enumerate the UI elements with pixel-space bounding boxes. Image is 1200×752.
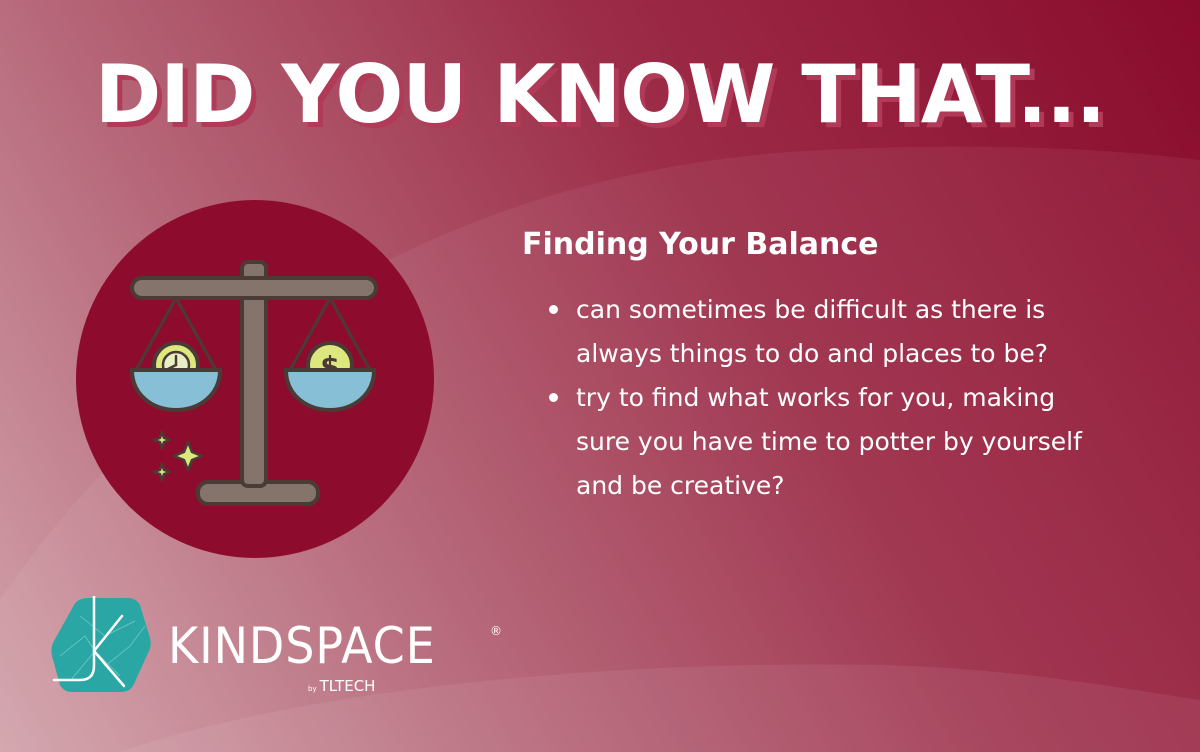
bullet-list: can sometimes be difficult as there is a… (522, 288, 1162, 508)
headline: DID YOU KNOW THAT... (94, 48, 1106, 141)
logo-by-label: by (308, 685, 317, 693)
registered-mark: ® (490, 624, 502, 638)
kindspace-wordmark: KINDSPACE (168, 617, 436, 675)
balance-scale-icon: $ (76, 200, 434, 558)
kindspace-logo: KINDSPACE ® by TLTECH (50, 596, 510, 696)
logo-maker: TLTECH (319, 677, 376, 695)
info-panel: Finding Your Balance can sometimes be di… (522, 224, 1162, 508)
balance-illustration: $ (76, 200, 434, 558)
section-heading: Finding Your Balance (522, 227, 879, 262)
kindspace-logo-mark-icon (51, 596, 151, 692)
bullet-item: try to find what works for you, making s… (549, 376, 1096, 508)
poster-canvas: DID YOU KNOW THAT... $ Finding Your Bala… (0, 0, 1200, 752)
logo-byline: by TLTECH (308, 676, 375, 695)
bullet-item: can sometimes be difficult as there is a… (549, 288, 1096, 376)
